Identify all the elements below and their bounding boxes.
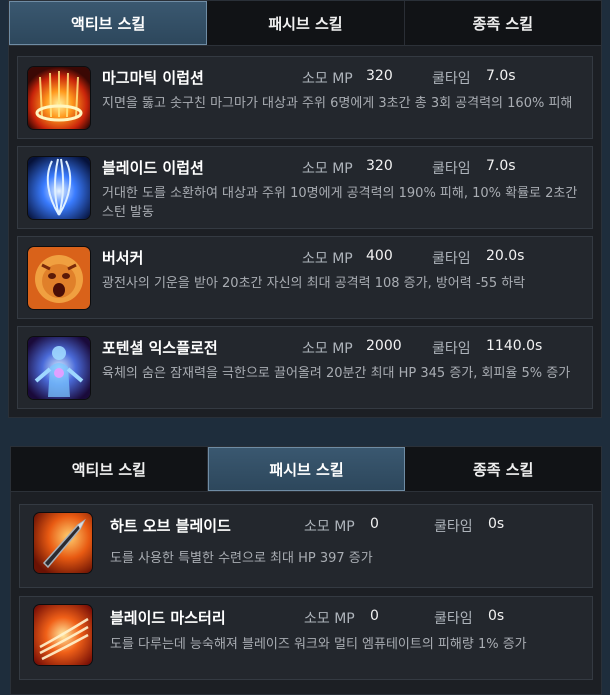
tab-active-skills[interactable]: 액티브 스킬 xyxy=(11,447,208,491)
skill-description: 광전사의 기운을 받아 20초간 자신의 최대 공격력 108 증가, 방어력 … xyxy=(102,276,526,291)
mp-value: 400 xyxy=(366,248,393,264)
blade-mastery-icon xyxy=(34,605,92,665)
cooldown-value: 1140.0s xyxy=(486,338,543,354)
skill-card-magmatic-eruption[interactable]: 마그마틱 이럽션 소모 MP 320 쿨타임 7.0s 지면을 뚫고 솟구친 마… xyxy=(17,56,593,139)
tab-race-skills[interactable]: 종족 스킬 xyxy=(405,1,601,45)
skill-tabs: 액티브 스킬 패시브 스킬 종족 스킬 xyxy=(11,447,601,492)
cooldown-label: 쿨타임 xyxy=(432,161,471,177)
mp-value: 2000 xyxy=(366,338,402,354)
tab-active-skills[interactable]: 액티브 스킬 xyxy=(9,1,208,45)
mp-label: 소모 MP xyxy=(302,341,353,357)
skill-name: 마그마틱 이럽션 xyxy=(102,69,204,87)
cooldown-label: 쿨타임 xyxy=(432,71,471,87)
tab-passive-skills[interactable]: 패시브 스킬 xyxy=(207,1,405,45)
skill-name: 버서커 xyxy=(102,249,144,267)
mp-label: 소모 MP xyxy=(302,71,353,87)
cooldown-label: 쿨타임 xyxy=(432,341,471,357)
skill-description: 도를 다루는데 능숙해져 블레이즈 워크와 멀티 엠퓨테이트의 피해량 1% 증… xyxy=(110,637,527,652)
mp-value: 320 xyxy=(366,158,393,174)
skill-list: 마그마틱 이럽션 소모 MP 320 쿨타임 7.0s 지면을 뚫고 솟구친 마… xyxy=(9,46,601,409)
cooldown-value: 0s xyxy=(488,516,505,532)
passive-skills-panel: 액티브 스킬 패시브 스킬 종족 스킬 하트 오브 블레이드 소모 MP 0 쿨… xyxy=(10,446,602,695)
skill-description: 도를 사용한 특별한 수련으로 최대 HP 397 증가 xyxy=(110,551,373,566)
mp-value: 0 xyxy=(370,516,379,532)
skill-name: 블레이드 마스터리 xyxy=(110,609,226,627)
cooldown-label: 쿨타임 xyxy=(434,611,473,627)
cooldown-value: 7.0s xyxy=(486,68,516,84)
skill-card-blade-mastery[interactable]: 블레이드 마스터리 소모 MP 0 쿨타임 0s 도를 다루는데 능숙해져 블레… xyxy=(19,596,593,680)
skill-name: 블레이드 이럽션 xyxy=(102,159,204,177)
mp-value: 0 xyxy=(370,608,379,624)
blade-eruption-icon xyxy=(28,157,90,219)
active-skills-panel: 액티브 스킬 패시브 스킬 종족 스킬 마그마틱 이럽션 소모 MP 320 쿨… xyxy=(8,0,602,418)
skill-description: 지면을 뚫고 솟구친 마그마가 대상과 주위 6명에게 3초간 총 3회 공격력… xyxy=(102,96,573,111)
skill-description: 육체의 숨은 잠재력을 극한으로 끌어올려 20분간 최대 HP 345 증가,… xyxy=(102,366,571,381)
mp-label: 소모 MP xyxy=(302,161,353,177)
cooldown-value: 7.0s xyxy=(486,158,516,174)
skill-description: 거대한 도를 소환하여 대상과 주위 10명에게 공격력의 190% 피해, 1… xyxy=(102,186,578,220)
berserker-icon xyxy=(28,247,90,309)
skill-list: 하트 오브 블레이드 소모 MP 0 쿨타임 0s 도를 사용한 특별한 수련으… xyxy=(11,492,601,680)
tab-race-skills[interactable]: 종족 스킬 xyxy=(405,447,601,491)
skill-card-potential-explosion[interactable]: 포텐셜 익스플로전 소모 MP 2000 쿨타임 1140.0s 육체의 숨은 … xyxy=(17,326,593,409)
skill-tabs: 액티브 스킬 패시브 스킬 종족 스킬 xyxy=(9,1,601,46)
skill-card-blade-eruption[interactable]: 블레이드 이럽션 소모 MP 320 쿨타임 7.0s 거대한 도를 소환하여 … xyxy=(17,146,593,229)
cooldown-value: 0s xyxy=(488,608,505,624)
skill-name: 포텐셜 익스플로전 xyxy=(102,339,218,357)
mp-label: 소모 MP xyxy=(302,251,353,267)
mp-label: 소모 MP xyxy=(304,611,355,627)
cooldown-label: 쿨타임 xyxy=(432,251,471,267)
mp-value: 320 xyxy=(366,68,393,84)
skill-card-heart-of-blade[interactable]: 하트 오브 블레이드 소모 MP 0 쿨타임 0s 도를 사용한 특별한 수련으… xyxy=(19,504,593,588)
potential-explosion-icon xyxy=(28,337,90,399)
cooldown-value: 20.0s xyxy=(486,248,525,264)
skill-name: 하트 오브 블레이드 xyxy=(110,517,231,535)
heart-of-blade-icon xyxy=(34,513,92,573)
skill-card-berserker[interactable]: 버서커 소모 MP 400 쿨타임 20.0s 광전사의 기운을 받아 20초간… xyxy=(17,236,593,319)
tab-passive-skills[interactable]: 패시브 스킬 xyxy=(207,447,406,491)
magma-eruption-icon xyxy=(28,67,90,129)
cooldown-label: 쿨타임 xyxy=(434,519,473,535)
mp-label: 소모 MP xyxy=(304,519,355,535)
panel-divider xyxy=(0,418,610,446)
